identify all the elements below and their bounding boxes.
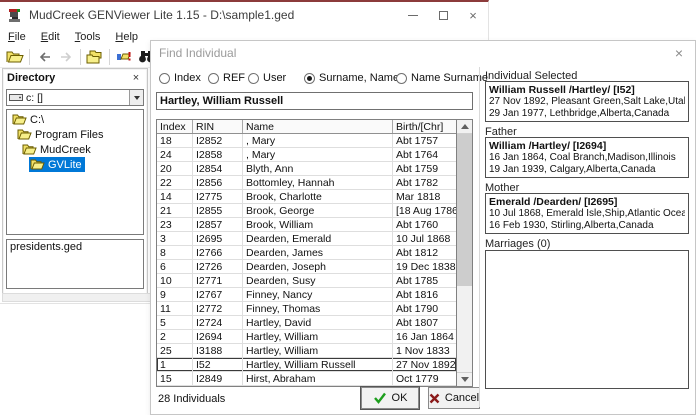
tree-item-c-drive[interactable]: C:\ bbox=[7, 112, 143, 127]
directory-tree: C:\ Program Files MudCreek GVLite bbox=[6, 109, 144, 235]
table-row[interactable]: 14 I2775 Brook, Charlotte Mar 1818 bbox=[157, 190, 456, 204]
find-individual-dialog: Find Individual × Index REF User Surname… bbox=[150, 40, 696, 415]
table-scrollbar[interactable] bbox=[456, 120, 472, 386]
chevron-down-icon[interactable] bbox=[129, 90, 143, 105]
maximize-icon[interactable] bbox=[428, 2, 458, 28]
father-box: William /Hartley/ [I2694] 16 Jan 1864, C… bbox=[485, 137, 689, 178]
radio-index[interactable]: Index bbox=[159, 72, 201, 84]
table-header: Index RIN Name Birth/[Chr] bbox=[157, 120, 456, 134]
radio-circle[interactable] bbox=[248, 73, 259, 84]
column-header-name[interactable]: Name bbox=[243, 120, 393, 133]
radio-user[interactable]: User bbox=[248, 72, 286, 84]
table-row[interactable]: 1 I52 Hartley, William Russell 27 Nov 18… bbox=[157, 358, 456, 372]
toolbar-separator bbox=[80, 49, 81, 65]
search-input[interactable] bbox=[156, 92, 473, 110]
table-row[interactable]: 5 I2724 Hartley, David Abt 1807 bbox=[157, 316, 456, 330]
back-arrow-icon[interactable] bbox=[33, 47, 55, 66]
dialog-title: Find Individual bbox=[159, 46, 236, 60]
tree-item-gvlite[interactable]: GVLite bbox=[7, 157, 143, 172]
window-controls: × bbox=[398, 2, 488, 28]
open-folders-icon[interactable] bbox=[84, 47, 106, 66]
scroll-down-icon[interactable] bbox=[457, 372, 472, 386]
find-results: Index RIN Name Birth/[Chr] 18 I2852 , Ma… bbox=[156, 119, 473, 387]
minimize-icon[interactable] bbox=[398, 2, 428, 28]
table-row[interactable]: 20 I2854 Blyth, Ann Abt 1759 bbox=[157, 162, 456, 176]
tree-item-mudcreek[interactable]: MudCreek bbox=[7, 142, 143, 157]
table-row[interactable]: 25 I3188 Hartley, William 1 Nov 1833 bbox=[157, 344, 456, 358]
table-row[interactable]: 6 I2726 Dearden, Joseph 19 Dec 1838 bbox=[157, 260, 456, 274]
screen: MudCreek GENViewer Lite 1.15 - D:\sample… bbox=[0, 0, 696, 415]
gedcom-info-icon[interactable] bbox=[113, 47, 135, 66]
column-header-index[interactable]: Index bbox=[157, 120, 193, 133]
directory-panel: Directory × c: [] C:\ Program File bbox=[2, 68, 148, 300]
marriages-box bbox=[485, 250, 689, 389]
radio-name-surname[interactable]: Name Surname bbox=[396, 72, 488, 84]
radio-circle[interactable] bbox=[208, 73, 219, 84]
table-row[interactable]: 3 I2695 Dearden, Emerald 10 Jul 1868 bbox=[157, 232, 456, 246]
column-header-birth[interactable]: Birth/[Chr] bbox=[393, 120, 456, 133]
menu-file[interactable]: File bbox=[8, 31, 26, 43]
app-icon bbox=[7, 8, 23, 23]
radio-surname-name[interactable]: Surname, Name bbox=[304, 72, 399, 84]
ok-button[interactable]: OK bbox=[361, 387, 419, 409]
menu-edit[interactable]: Edit bbox=[41, 31, 60, 43]
mother-box: Emerald /Dearden/ [I2695] 10 Jul 1868, E… bbox=[485, 193, 689, 234]
find-results-body: 18 I2852 , Mary Abt 1757 24 I2858 , Mary… bbox=[157, 134, 456, 386]
marriages-label: Marriages (0) bbox=[485, 238, 689, 250]
table-row[interactable]: 2 I2694 Hartley, William 16 Jan 1864 bbox=[157, 330, 456, 344]
table-row[interactable]: 10 I2771 Dearden, Susy Abt 1785 bbox=[157, 274, 456, 288]
cancel-button[interactable]: Cancel bbox=[428, 387, 480, 409]
radio-circle[interactable] bbox=[396, 73, 407, 84]
table-row[interactable]: 21 I2855 Brook, George [18 Aug 1786] bbox=[157, 204, 456, 218]
radio-circle[interactable] bbox=[159, 73, 170, 84]
table-row[interactable]: 23 I2857 Brook, William Abt 1760 bbox=[157, 218, 456, 232]
radio-circle-checked[interactable] bbox=[304, 73, 315, 84]
ok-check-icon bbox=[373, 392, 387, 404]
close-icon[interactable]: × bbox=[458, 2, 488, 28]
tree-item-program-files[interactable]: Program Files bbox=[7, 127, 143, 142]
menu-help[interactable]: Help bbox=[115, 31, 138, 43]
directory-panel-title: Directory bbox=[7, 72, 55, 84]
radio-ref[interactable]: REF bbox=[208, 72, 245, 84]
table-row[interactable]: 18 I2852 , Mary Abt 1757 bbox=[157, 134, 456, 148]
table-row[interactable]: 8 I2766 Dearden, James Abt 1812 bbox=[157, 246, 456, 260]
individual-selected-box: William Russell /Hartley/ [I52] 27 Nov 1… bbox=[485, 81, 689, 122]
drive-icon bbox=[9, 93, 23, 102]
window-title: MudCreek GENViewer Lite 1.15 - D:\sample… bbox=[29, 8, 294, 22]
panel-divider bbox=[479, 67, 480, 407]
drive-selector-value: c: [] bbox=[26, 92, 43, 104]
directory-close-icon[interactable]: × bbox=[129, 72, 143, 84]
column-header-rin[interactable]: RIN bbox=[193, 120, 243, 133]
table-row[interactable]: 24 I2858 , Mary Abt 1764 bbox=[157, 148, 456, 162]
dialog-titlebar: Find Individual × bbox=[151, 41, 695, 65]
file-list-item[interactable]: presidents.ged bbox=[10, 241, 140, 253]
menu-tools[interactable]: Tools bbox=[75, 31, 101, 43]
open-folder-icon[interactable] bbox=[4, 47, 26, 66]
individual-count: 28 Individuals bbox=[158, 393, 225, 405]
dialog-close-icon[interactable]: × bbox=[675, 45, 683, 61]
directory-panel-titlebar: Directory × bbox=[3, 69, 147, 87]
scroll-up-icon[interactable] bbox=[457, 120, 472, 134]
drive-selector[interactable]: c: [] bbox=[6, 89, 144, 106]
table-row[interactable]: 22 I2856 Bottomley, Hannah Abt 1782 bbox=[157, 176, 456, 190]
scrollbar-thumb[interactable] bbox=[457, 134, 472, 286]
main-titlebar: MudCreek GENViewer Lite 1.15 - D:\sample… bbox=[0, 2, 488, 28]
table-row[interactable]: 15 I2849 Hirst, Abraham Oct 1779 bbox=[157, 372, 456, 386]
toolbar-separator bbox=[109, 49, 110, 65]
table-row[interactable]: 9 I2767 Finney, Nancy Abt 1816 bbox=[157, 288, 456, 302]
forward-arrow-icon bbox=[55, 47, 77, 66]
cancel-x-icon bbox=[429, 393, 440, 404]
toolbar-separator bbox=[29, 49, 30, 65]
file-list: presidents.ged bbox=[6, 239, 144, 289]
table-row[interactable]: 11 I2772 Finney, Thomas Abt 1790 bbox=[157, 302, 456, 316]
